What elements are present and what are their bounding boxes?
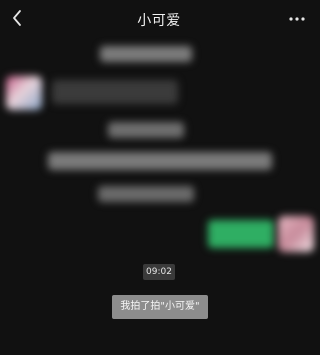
blurred-system-line (100, 46, 192, 62)
more-dots-icon[interactable] (288, 16, 306, 22)
received-message-bubble[interactable] (52, 80, 178, 104)
blurred-system-line (108, 122, 184, 138)
chat-title: 小可爱 (137, 13, 181, 29)
message-timestamp: 09:02 (143, 264, 175, 280)
blurred-system-line (48, 152, 272, 170)
my-avatar[interactable] (278, 216, 314, 252)
sent-message-bubble[interactable] (208, 220, 274, 248)
pat-notification: 我拍了拍"小可爱" (112, 295, 208, 319)
contact-avatar[interactable] (6, 76, 42, 110)
top-bar: 小可爱 (0, 0, 318, 38)
blurred-system-line (98, 186, 194, 202)
